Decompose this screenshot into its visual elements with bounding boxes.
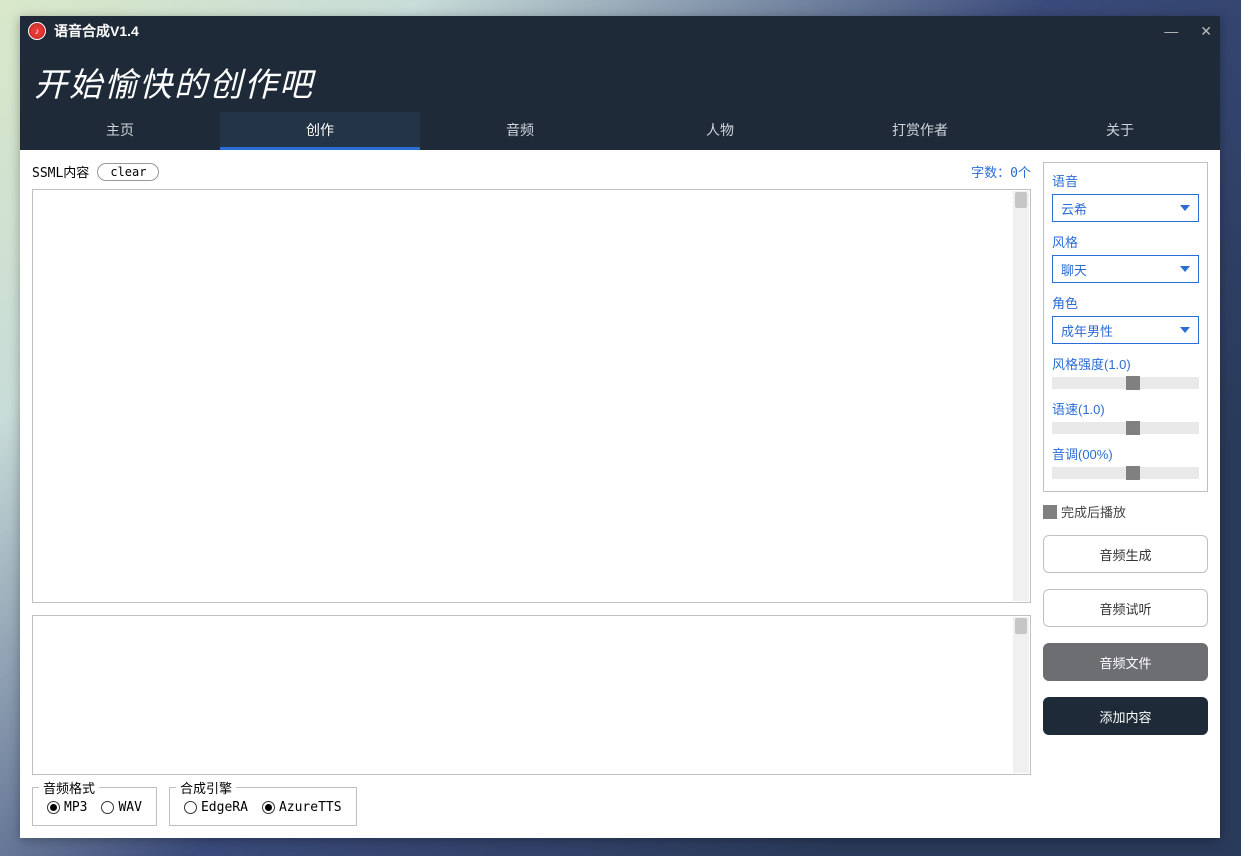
scrollbar-thumb[interactable]: [1015, 192, 1027, 208]
output-textarea[interactable]: [33, 616, 1012, 774]
format-engine-row: 音频格式 MP3 WAV 合成引擎: [32, 787, 1031, 826]
window-title: 语音合成V1.4: [54, 21, 139, 41]
app-window: ♪ 语音合成V1.4 — ✕ 开始愉快的创作吧 主页 创作 音频 人物 打赏作者…: [20, 16, 1220, 838]
right-sidebar: 语音 云希 风格 聊天 角色 成年男性 风格强度(1.0): [1043, 162, 1208, 826]
checkbox-icon: [1043, 505, 1057, 519]
rate-label: 语速(1.0): [1052, 399, 1199, 418]
preview-audio-button[interactable]: 音频试听: [1043, 589, 1208, 627]
voice-label: 语音: [1052, 171, 1199, 190]
voice-select[interactable]: 云希: [1052, 194, 1199, 222]
slider-thumb[interactable]: [1126, 421, 1140, 435]
tab-audio[interactable]: 音频: [420, 112, 620, 150]
tab-create[interactable]: 创作: [220, 112, 420, 150]
scrollbar[interactable]: [1013, 617, 1029, 773]
scrollbar[interactable]: [1013, 191, 1029, 601]
output-textarea-wrap: [32, 615, 1031, 775]
audio-file-button[interactable]: 音频文件: [1043, 643, 1208, 681]
play-after-checkbox[interactable]: 完成后播放: [1043, 502, 1208, 521]
radio-wav[interactable]: WAV: [101, 800, 141, 815]
synth-engine-legend: 合成引擎: [176, 778, 236, 797]
char-count-label: 字数：0个: [971, 162, 1031, 181]
style-degree-slider[interactable]: [1052, 377, 1199, 389]
nav-tabs: 主页 创作 音频 人物 打赏作者 关于: [20, 112, 1220, 150]
audio-format-legend: 音频格式: [39, 778, 99, 797]
tab-donate[interactable]: 打赏作者: [820, 112, 1020, 150]
ssml-textarea-wrap: [32, 189, 1031, 603]
tab-about[interactable]: 关于: [1020, 112, 1220, 150]
slider-thumb[interactable]: [1126, 376, 1140, 390]
audio-format-fieldset: 音频格式 MP3 WAV: [32, 787, 157, 826]
window-controls: — ✕: [1164, 23, 1212, 40]
tab-home[interactable]: 主页: [20, 112, 220, 150]
generate-audio-button[interactable]: 音频生成: [1043, 535, 1208, 573]
ssml-label: SSML内容: [32, 162, 89, 181]
role-select[interactable]: 成年男性: [1052, 316, 1199, 344]
chevron-down-icon: [1180, 327, 1190, 333]
style-degree-label: 风格强度(1.0): [1052, 354, 1199, 373]
title-bar: ♪ 语音合成V1.4 — ✕: [20, 16, 1220, 46]
tab-character[interactable]: 人物: [620, 112, 820, 150]
chevron-down-icon: [1180, 266, 1190, 272]
slider-thumb[interactable]: [1126, 466, 1140, 480]
body-region: SSML内容 clear 字数：0个 音频格式 MP3: [20, 150, 1220, 838]
radio-dot-icon: [47, 801, 60, 814]
add-content-button[interactable]: 添加内容: [1043, 697, 1208, 735]
minimize-button[interactable]: —: [1164, 23, 1178, 40]
radio-dot-icon: [262, 801, 275, 814]
pitch-label: 音调(00%): [1052, 444, 1199, 463]
voice-settings-panel: 语音 云希 风格 聊天 角色 成年男性 风格强度(1.0): [1043, 162, 1208, 492]
slogan-text: 开始愉快的创作吧: [20, 54, 1220, 112]
left-column: SSML内容 clear 字数：0个 音频格式 MP3: [32, 162, 1031, 826]
ssml-textarea[interactable]: [33, 190, 1012, 602]
synth-engine-fieldset: 合成引擎 EdgeRA AzureTTS: [169, 787, 357, 826]
rate-slider[interactable]: [1052, 422, 1199, 434]
close-button[interactable]: ✕: [1200, 23, 1212, 40]
radio-azuretts[interactable]: AzureTTS: [262, 800, 342, 815]
style-select[interactable]: 聊天: [1052, 255, 1199, 283]
header-region: 开始愉快的创作吧 主页 创作 音频 人物 打赏作者 关于: [20, 46, 1220, 150]
style-label: 风格: [1052, 232, 1199, 251]
pitch-slider[interactable]: [1052, 467, 1199, 479]
scrollbar-thumb[interactable]: [1015, 618, 1027, 634]
radio-dot-icon: [184, 801, 197, 814]
clear-button[interactable]: clear: [97, 163, 159, 181]
role-label: 角色: [1052, 293, 1199, 312]
app-logo-icon: ♪: [28, 22, 46, 40]
radio-edgera[interactable]: EdgeRA: [184, 800, 248, 815]
ssml-header-row: SSML内容 clear 字数：0个: [32, 162, 1031, 181]
radio-mp3[interactable]: MP3: [47, 800, 87, 815]
chevron-down-icon: [1180, 205, 1190, 211]
radio-dot-icon: [101, 801, 114, 814]
